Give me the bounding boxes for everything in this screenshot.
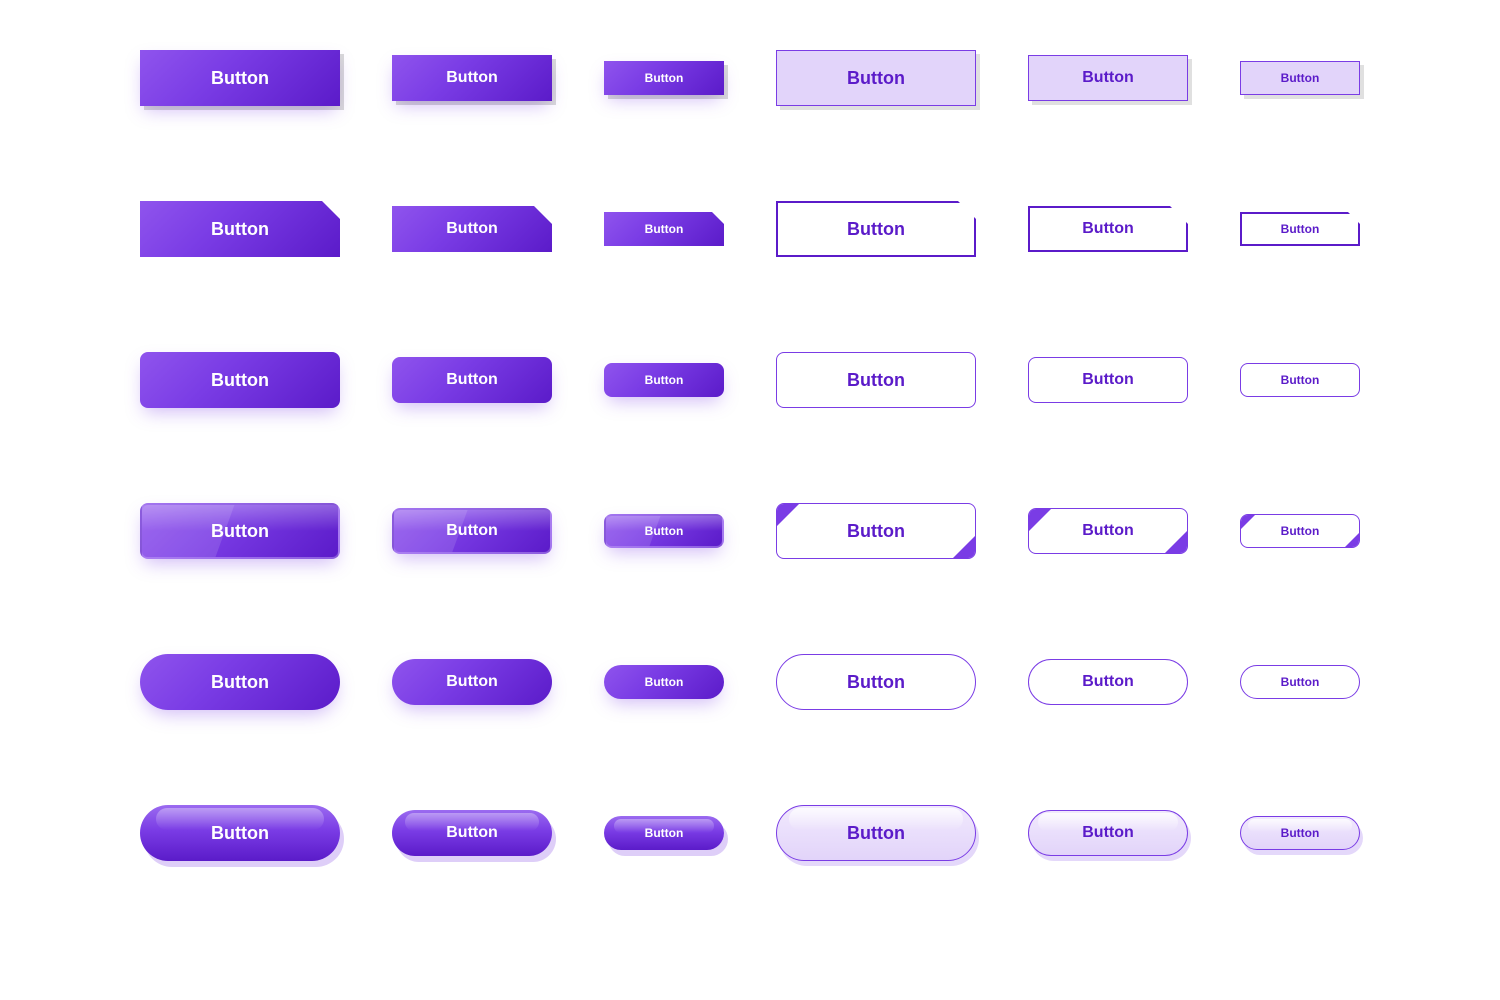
button-pill-filled-large[interactable]: Button — [140, 654, 340, 710]
button-label: Button — [1281, 222, 1320, 236]
button-square-filled-medium[interactable]: Button — [392, 55, 552, 101]
button-label: Button — [645, 222, 684, 236]
button-rounded-outlined-small[interactable]: Button — [1240, 363, 1360, 397]
button-label: Button — [446, 673, 498, 691]
button-label: Button — [446, 824, 498, 842]
button-cut-outlined-medium[interactable]: Button — [1028, 206, 1188, 252]
button-label: Button — [847, 370, 905, 391]
button-cut-filled-medium[interactable]: Button — [392, 206, 552, 252]
button-rounded-outlined-large[interactable]: Button — [776, 352, 976, 408]
button-pill-glossy-outlined-medium[interactable]: Button — [1028, 810, 1188, 856]
button-pill-glossy-outlined-large[interactable]: Button — [776, 805, 976, 861]
button-label: Button — [847, 672, 905, 693]
button-glossy-filled-medium[interactable]: Button — [392, 508, 552, 554]
button-pill-filled-medium[interactable]: Button — [392, 659, 552, 705]
button-label: Button — [1082, 69, 1134, 87]
button-label: Button — [446, 371, 498, 389]
button-pill-glossy-filled-small[interactable]: Button — [604, 816, 724, 850]
button-label: Button — [446, 220, 498, 238]
button-glossy-filled-large[interactable]: Button — [140, 503, 340, 559]
button-label: Button — [1281, 675, 1320, 689]
button-square-filled-large[interactable]: Button — [140, 50, 340, 106]
button-square-filled-small[interactable]: Button — [604, 61, 724, 95]
button-label: Button — [211, 219, 269, 240]
button-label: Button — [1281, 71, 1320, 85]
button-label: Button — [1082, 220, 1134, 238]
button-rounded-outlined-medium[interactable]: Button — [1028, 357, 1188, 403]
button-label: Button — [847, 521, 905, 542]
button-rounded-filled-small[interactable]: Button — [604, 363, 724, 397]
button-square-outlined-small[interactable]: Button — [1240, 61, 1360, 95]
button-rounded-filled-medium[interactable]: Button — [392, 357, 552, 403]
button-square-outlined-large[interactable]: Button — [776, 50, 976, 106]
button-pill-glossy-outlined-small[interactable]: Button — [1240, 816, 1360, 850]
button-glossy-outlined-large[interactable]: Button — [776, 503, 976, 559]
button-pill-outlined-large[interactable]: Button — [776, 654, 976, 710]
button-pill-glossy-filled-medium[interactable]: Button — [392, 810, 552, 856]
button-label: Button — [446, 522, 498, 540]
button-label: Button — [1281, 826, 1320, 840]
button-label: Button — [847, 823, 905, 844]
button-label: Button — [1082, 371, 1134, 389]
button-cut-filled-large[interactable]: Button — [140, 201, 340, 257]
button-pill-glossy-filled-large[interactable]: Button — [140, 805, 340, 861]
button-label: Button — [645, 826, 684, 840]
button-pill-outlined-medium[interactable]: Button — [1028, 659, 1188, 705]
button-label: Button — [446, 69, 498, 87]
button-label: Button — [847, 68, 905, 89]
button-label: Button — [645, 71, 684, 85]
button-cut-filled-small[interactable]: Button — [604, 212, 724, 246]
button-rounded-filled-large[interactable]: Button — [140, 352, 340, 408]
button-label: Button — [211, 672, 269, 693]
button-glossy-outlined-small[interactable]: Button — [1240, 514, 1360, 548]
button-label: Button — [645, 373, 684, 387]
button-cut-outlined-small[interactable]: Button — [1240, 212, 1360, 246]
button-label: Button — [1082, 824, 1134, 842]
button-label: Button — [1082, 522, 1134, 540]
button-label: Button — [1281, 524, 1320, 538]
button-label: Button — [645, 524, 684, 538]
button-label: Button — [847, 219, 905, 240]
button-label: Button — [1281, 373, 1320, 387]
button-label: Button — [211, 823, 269, 844]
button-specimen-grid: Button Button Button Button Button Butto… — [60, 50, 1440, 861]
button-square-outlined-medium[interactable]: Button — [1028, 55, 1188, 101]
button-label: Button — [645, 675, 684, 689]
button-label: Button — [211, 370, 269, 391]
button-label: Button — [211, 68, 269, 89]
button-label: Button — [1082, 673, 1134, 691]
button-pill-filled-small[interactable]: Button — [604, 665, 724, 699]
button-pill-outlined-small[interactable]: Button — [1240, 665, 1360, 699]
button-glossy-outlined-medium[interactable]: Button — [1028, 508, 1188, 554]
button-cut-outlined-large[interactable]: Button — [776, 201, 976, 257]
button-glossy-filled-small[interactable]: Button — [604, 514, 724, 548]
button-label: Button — [211, 521, 269, 542]
